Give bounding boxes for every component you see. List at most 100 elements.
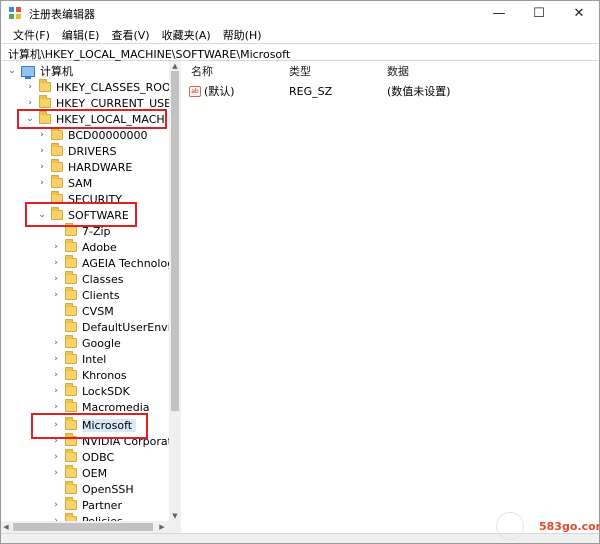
- tree-item-adobe[interactable]: › Adobe: [51, 239, 117, 255]
- tree-item-label: BCD00000000: [68, 128, 148, 142]
- chevron-right-icon[interactable]: [51, 303, 61, 319]
- chevron-right-icon[interactable]: ›: [51, 367, 61, 383]
- menu-bar: 文件(F) 编辑(E) 查看(V) 收藏夹(A) 帮助(H): [1, 25, 599, 43]
- tree-item-hkcr[interactable]: › HKEY_CLASSES_ROOT: [25, 79, 177, 95]
- chevron-right-icon[interactable]: ›: [37, 127, 47, 143]
- tree-item-label: SAM: [68, 176, 93, 190]
- chevron-right-icon[interactable]: ›: [51, 255, 61, 271]
- minimize-button[interactable]: —: [479, 1, 519, 25]
- tree-item-clients[interactable]: › Clients: [51, 287, 120, 303]
- scrollbar-thumb[interactable]: [13, 523, 153, 531]
- folder-icon: [65, 399, 77, 412]
- chevron-right-icon[interactable]: ›: [51, 239, 61, 255]
- tree-item-ageia[interactable]: › AGEIA Technologies: [51, 255, 181, 271]
- tree-item-label: HKEY_CLASSES_ROOT: [56, 80, 178, 94]
- tree-item-odbc[interactable]: › ODBC: [51, 449, 114, 465]
- tree-item-label: OpenSSH: [82, 482, 134, 496]
- tree-item-drivers[interactable]: › DRIVERS: [37, 143, 116, 159]
- regedit-app-icon: [9, 7, 21, 19]
- tree-item-khronos[interactable]: › Khronos: [51, 367, 127, 383]
- watermark-text: 583go.com: [539, 520, 599, 533]
- tree-item-label: DRIVERS: [68, 144, 117, 158]
- tree-item-openssh[interactable]: OpenSSH: [51, 481, 134, 497]
- chevron-right-icon[interactable]: [51, 319, 61, 335]
- tree-horizontal-scrollbar[interactable]: ◀ ▶: [1, 521, 181, 533]
- tree-item-label: DefaultUserEnvironment: [82, 320, 180, 334]
- chevron-right-icon[interactable]: ›: [37, 143, 47, 159]
- folder-icon: [65, 223, 77, 236]
- menu-edit[interactable]: 编辑(E): [56, 25, 106, 43]
- tree-item-computer[interactable]: ⌄ 计算机: [7, 63, 73, 79]
- chevron-down-icon[interactable]: ⌄: [7, 63, 17, 79]
- folder-icon: [51, 159, 63, 172]
- menu-file[interactable]: 文件(F): [7, 25, 56, 43]
- chevron-right-icon[interactable]: ›: [51, 449, 61, 465]
- tree-item-label: HARDWARE: [68, 160, 133, 174]
- close-button[interactable]: ✕: [559, 1, 599, 25]
- maximize-button[interactable]: ☐: [519, 1, 559, 25]
- tree-item-locksdk[interactable]: › LockSDK: [51, 383, 130, 399]
- folder-icon: [65, 255, 77, 268]
- folder-icon: [65, 239, 77, 252]
- folder-icon: [65, 303, 77, 316]
- tree-item-label: Google: [82, 336, 121, 350]
- tree-item-bcd[interactable]: › BCD00000000: [37, 127, 148, 143]
- tree-item-sam[interactable]: › SAM: [37, 175, 92, 191]
- folder-icon: [65, 481, 77, 494]
- address-bar[interactable]: 计算机\HKEY_LOCAL_MACHINE\SOFTWARE\Microsof…: [2, 43, 598, 61]
- chevron-right-icon[interactable]: ›: [51, 351, 61, 367]
- tree-item-label: Intel: [82, 352, 107, 366]
- column-header-data[interactable]: 数据: [387, 61, 409, 81]
- folder-icon: [65, 287, 77, 300]
- string-value-icon: ab: [189, 85, 201, 97]
- tree-item-oem[interactable]: › OEM: [51, 465, 107, 481]
- folder-icon: [65, 449, 77, 462]
- folder-icon: [39, 79, 51, 92]
- tree-item-defaultuserenv[interactable]: DefaultUserEnvironment: [51, 319, 180, 335]
- tree-item-label: ODBC: [82, 450, 115, 464]
- computer-icon: [21, 65, 35, 79]
- folder-icon: [65, 367, 77, 380]
- column-header-type[interactable]: 类型: [289, 61, 311, 81]
- chevron-right-icon[interactable]: ›: [51, 383, 61, 399]
- scroll-right-arrow-icon[interactable]: ▶: [157, 521, 167, 533]
- chevron-right-icon[interactable]: ›: [51, 287, 61, 303]
- tree-vertical-scrollbar[interactable]: ▲ ▼: [169, 61, 181, 521]
- menu-view[interactable]: 查看(V): [105, 25, 155, 43]
- folder-icon: [65, 335, 77, 348]
- value-list: 名称 类型 数据 ab (默认) REG_SZ (数值未设置): [185, 61, 599, 533]
- scrollbar-thumb[interactable]: [171, 71, 179, 411]
- menu-help[interactable]: 帮助(H): [217, 25, 268, 43]
- tree-item-label: LockSDK: [82, 384, 130, 398]
- scroll-up-arrow-icon[interactable]: ▲: [169, 61, 181, 71]
- folder-icon: [65, 351, 77, 364]
- tree-item-cvsm[interactable]: CVSM: [51, 303, 114, 319]
- highlight-box-microsoft: [31, 413, 148, 439]
- value-row-name[interactable]: ab (默认): [189, 83, 235, 99]
- tree-item-partner[interactable]: › Partner: [51, 497, 122, 513]
- column-header-name[interactable]: 名称: [191, 61, 213, 81]
- scroll-down-arrow-icon[interactable]: ▼: [169, 511, 181, 521]
- key-tree: ⌄ 计算机 › HKEY_CLASSES_ROOT › HKEY_CURRENT…: [1, 61, 181, 533]
- chevron-right-icon[interactable]: ›: [37, 175, 47, 191]
- tree-item-label: Classes: [82, 272, 124, 286]
- chevron-right-icon[interactable]: ›: [37, 159, 47, 175]
- chevron-right-icon[interactable]: ›: [51, 335, 61, 351]
- scroll-left-arrow-icon[interactable]: ◀: [1, 521, 11, 533]
- tree-item-hardware[interactable]: › HARDWARE: [37, 159, 132, 175]
- menu-favorites[interactable]: 收藏夹(A): [156, 25, 217, 43]
- tree-item-google[interactable]: › Google: [51, 335, 121, 351]
- tree-item-classes[interactable]: › Classes: [51, 271, 123, 287]
- highlight-box-hklm: [17, 109, 167, 129]
- chevron-right-icon[interactable]: [51, 481, 61, 497]
- tree-item-label: 计算机: [40, 65, 73, 78]
- chevron-right-icon[interactable]: ›: [51, 497, 61, 513]
- chevron-right-icon[interactable]: ›: [51, 271, 61, 287]
- chevron-right-icon[interactable]: ›: [25, 79, 35, 95]
- tree-item-label: HKEY_CURRENT_USER: [56, 96, 179, 110]
- tree-item-label: AGEIA Technologies: [82, 256, 181, 270]
- chevron-right-icon[interactable]: ›: [51, 465, 61, 481]
- tree-item-label: OEM: [82, 466, 108, 480]
- tree-item-label: Macromedia: [82, 400, 150, 414]
- tree-item-intel[interactable]: › Intel: [51, 351, 106, 367]
